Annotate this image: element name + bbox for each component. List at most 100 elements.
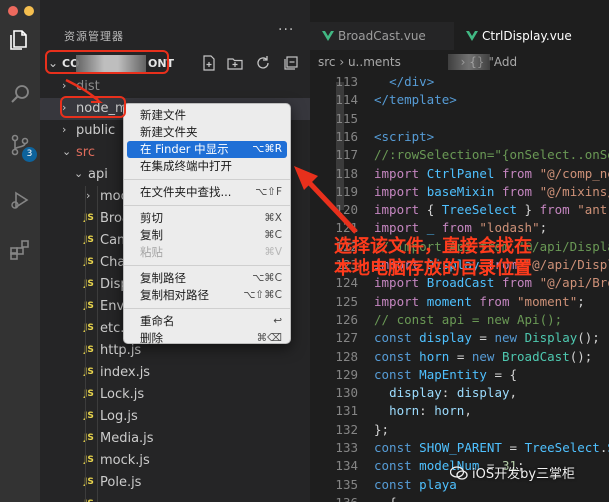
line-number: 115 — [335, 110, 358, 126]
tree-item-label: public — [76, 123, 116, 138]
tree-item-label: api — [88, 167, 108, 182]
code-line: const display = new Display(); — [374, 330, 600, 346]
code-editor[interactable]: 113 </div> 114 </template> 115 116 <script… — [310, 74, 609, 502]
line-number: 126 — [335, 311, 358, 327]
tab-broadcast-vue[interactable]: BroadCast.vue — [310, 22, 452, 50]
run-debug-icon[interactable] — [8, 188, 32, 212]
file-item[interactable]: JS — [40, 494, 310, 502]
close-window-button[interactable] — [8, 6, 18, 16]
code-line: import _ from "lodash"; — [374, 220, 548, 236]
annotation-line-1: 选择该文件，直接会找在 — [334, 236, 532, 257]
code-line: horn: horn, — [389, 403, 472, 419]
menu-item[interactable]: 新建文件夹 — [124, 124, 290, 141]
line-number: 113 — [335, 74, 358, 89]
menu-item[interactable]: 复制路径 ⌥⌘C — [124, 270, 290, 287]
menu-item-shortcut: ⌥⌘R — [252, 143, 282, 155]
menu-item[interactable]: 复制 ⌘C — [124, 227, 290, 244]
menu-item-label: 复制路径 — [140, 271, 186, 285]
tree-item-label: Media.js — [100, 431, 154, 446]
menu-item-label: 删除 — [140, 331, 163, 345]
activity-bar: 3 — [0, 0, 50, 502]
tree-item-label: Log.js — [100, 409, 138, 424]
breadcrumb-part: u..ments — [347, 55, 401, 69]
new-folder-icon[interactable] — [226, 54, 244, 72]
explorer-title: 资源管理器 — [64, 30, 124, 43]
line-number: 127 — [335, 330, 358, 346]
file-item[interactable]: JS Lock.js — [40, 384, 310, 406]
explorer-more-button[interactable]: ··· — [278, 22, 294, 38]
indent-guide — [85, 186, 86, 502]
wechat-logo-icon — [450, 466, 468, 480]
code-line: //:rowSelection="{onSelect..onSel — [374, 147, 609, 163]
menu-item-label: 复制相对路径 — [140, 288, 209, 302]
tree-item-label: src — [76, 145, 95, 160]
line-number: 114 — [335, 92, 358, 108]
file-item[interactable]: JS Pole.js — [40, 472, 310, 494]
code-line: }; — [374, 421, 390, 437]
tab-label: CtrlDisplay.vue — [482, 29, 572, 43]
menu-separator — [124, 205, 290, 206]
code-line: const horn = new BroadCast(); — [374, 348, 593, 364]
explorer-icon[interactable] — [8, 28, 32, 52]
search-icon[interactable] — [8, 82, 32, 106]
tree-item-label: dist — [76, 79, 100, 94]
extensions-icon[interactable] — [8, 238, 32, 262]
line-number: 125 — [335, 293, 358, 309]
file-item[interactable]: JS mock.js — [40, 450, 310, 472]
code-line: const MapEntity = { — [374, 366, 518, 382]
file-item[interactable]: JS Log.js — [40, 406, 310, 428]
line-number: 133 — [335, 440, 358, 455]
menu-item[interactable]: 新建文件 — [124, 107, 290, 124]
line-number: 131 — [335, 403, 358, 419]
menu-item-shortcut: ⌘⌫ — [256, 332, 282, 344]
menu-item[interactable]: 在 Finder 中显示 ⌥⌘R — [127, 141, 287, 158]
indent-guide — [97, 186, 98, 502]
menu-item[interactable]: 复制相对路径 ⌥⇧⌘C — [124, 287, 290, 304]
tab-ctrldisplay-vue[interactable]: CtrlDisplay.vue — [454, 22, 609, 50]
code-line: </template> — [374, 92, 457, 108]
refresh-icon[interactable] — [254, 54, 272, 72]
menu-item[interactable]: 在文件夹中查找... ⌥⇧F — [124, 184, 290, 201]
file-item[interactable]: JS index.js — [40, 362, 310, 384]
scm-badge: 3 — [22, 147, 37, 162]
menu-item-shortcut: ⌘V — [264, 246, 282, 258]
menu-separator — [124, 179, 290, 180]
project-highlight-box — [45, 50, 169, 74]
file-item[interactable]: JS Media.js — [40, 428, 310, 450]
menu-item-shortcut: ⌘X — [264, 212, 282, 224]
line-number: 119 — [335, 183, 358, 199]
code-line: display: display, — [389, 385, 518, 401]
menu-item-shortcut: ⌘C — [264, 229, 282, 241]
vue-file-icon — [322, 31, 334, 41]
line-number: 120 — [335, 202, 358, 218]
line-number: 121 — [335, 220, 358, 236]
menu-item[interactable]: 删除 ⌘⌫ — [124, 330, 290, 347]
new-file-icon[interactable] — [200, 54, 218, 72]
menu-item-shortcut: ⌥⇧F — [255, 186, 282, 198]
tab-label: BroadCast.vue — [338, 29, 426, 43]
editor-tabs: BroadCast.vue CtrlDisplay.vue — [310, 22, 609, 50]
line-number: 118 — [335, 165, 358, 181]
collapse-all-icon[interactable] — [282, 54, 300, 72]
menu-item[interactable]: 剪切 ⌘X — [124, 210, 290, 227]
breadcrumb-part: src › — [318, 55, 348, 69]
menu-item-shortcut: ⌥⇧⌘C — [243, 289, 282, 301]
code-line: // const api = new Api(); — [374, 311, 563, 327]
line-number: 117 — [335, 147, 358, 163]
code-line: const SHOW_PARENT = TreeSelect.SH — [374, 440, 609, 455]
menu-item-shortcut: ↩ — [273, 315, 282, 327]
menu-separator — [124, 265, 290, 266]
code-line: { — [374, 495, 397, 502]
line-number: 135 — [335, 476, 358, 492]
chevron-down-icon: ⌄ — [62, 145, 72, 158]
folder-item[interactable]: › dist — [40, 76, 310, 98]
watermark: iOS开发by三掌柜 — [450, 463, 575, 482]
menu-item[interactable]: 重命名 ↩ — [124, 313, 290, 330]
menu-item[interactable]: 在集成终端中打开 — [124, 158, 290, 175]
chevron-right-icon: › — [62, 123, 67, 136]
watermark-text: iOS开发by三掌柜 — [472, 467, 576, 482]
minimize-window-button[interactable] — [24, 6, 34, 16]
tree-item-label: Lock.js — [100, 387, 145, 402]
menu-item-label: 新建文件 — [140, 108, 186, 122]
annotation-line-2: 本地电脑存放的目录位置 — [334, 258, 532, 279]
